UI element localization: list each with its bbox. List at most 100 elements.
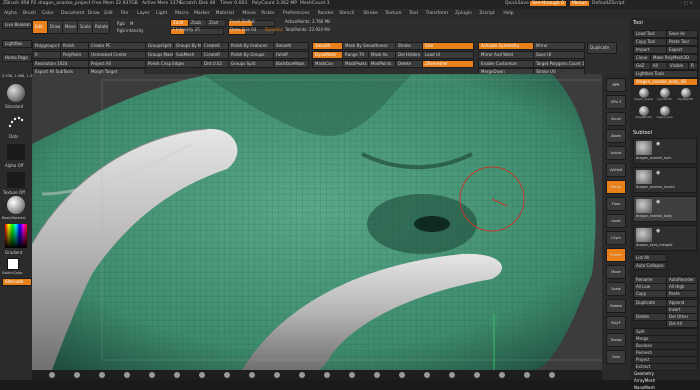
menu-draw[interactable]: Draw xyxy=(88,11,100,16)
load-ui-button[interactable]: Load UI xyxy=(422,51,474,59)
tool-thumbnail[interactable]: dragon_eyes xyxy=(655,106,674,122)
switch-color-label[interactable]: SwitchColor xyxy=(2,271,23,275)
arraymesh-section[interactable]: ArrayMesh xyxy=(634,378,655,383)
clone-button[interactable]: Clone xyxy=(633,54,651,62)
dock-move-button[interactable]: Move xyxy=(606,265,626,279)
list-all-button[interactable]: List All xyxy=(633,254,667,262)
canvas-viewport[interactable] xyxy=(32,74,602,370)
dragon-head-mesh[interactable] xyxy=(32,74,602,370)
menu-stencil[interactable]: Stencil xyxy=(339,11,354,16)
dock-spix-3-button[interactable]: SPix 3 xyxy=(606,95,626,109)
menus-button[interactable]: Menus xyxy=(570,1,589,6)
project-all-button[interactable]: Project All xyxy=(88,60,146,68)
make-polymesh-button[interactable]: Make PolyMesh3D xyxy=(650,54,698,62)
dock-lsym-button[interactable]: LSym xyxy=(606,231,626,245)
mask-by-smoothness-button[interactable]: Mask By Smoothness xyxy=(342,42,396,50)
create-r-button[interactable]: CreateR xyxy=(201,51,229,59)
polygroups-it-button[interactable]: Polygroups It xyxy=(32,42,62,50)
menu-layer[interactable]: Layer xyxy=(137,11,150,16)
duplicate-button[interactable]: Duplicate xyxy=(587,42,617,54)
size-button[interactable]: Size xyxy=(422,42,474,50)
dock-actual-button[interactable]: Actual xyxy=(606,146,626,160)
subtool-header[interactable]: Subtool xyxy=(633,130,652,136)
menu-stroke[interactable]: Stroke xyxy=(363,11,377,16)
save-ui-button[interactable]: Save UI xyxy=(533,51,585,59)
mirror-weld-button[interactable]: Mirror And Weld xyxy=(478,51,534,59)
m-toggle[interactable]: M xyxy=(130,21,133,26)
zremesher-button[interactable]: ZRemesher xyxy=(422,60,474,68)
smooth-button[interactable]: Smooth xyxy=(273,42,309,50)
menu-file[interactable]: File xyxy=(121,11,129,16)
menu-movie[interactable]: Movie xyxy=(242,11,255,16)
del-hidden-button[interactable]: Del Hidden xyxy=(395,51,423,59)
tool-thumbnails[interactable]: dragon_ananke Cylinder3D PolyMesh3D SimpleB… xyxy=(634,88,696,124)
standard-brush-icon[interactable] xyxy=(7,84,25,102)
menu-texture[interactable]: Texture xyxy=(385,11,401,16)
menu-marker[interactable]: Marker xyxy=(194,11,210,16)
current-tool-slider[interactable]: dragon_ananke_body_48 xyxy=(633,78,698,86)
menu-preferences[interactable]: Preferences xyxy=(283,11,309,16)
menu-transform[interactable]: Transform xyxy=(426,11,448,16)
mod-points-button[interactable]: ModPoints xyxy=(368,60,396,68)
groups-by-normals-button[interactable]: Groups By Normals xyxy=(173,42,203,50)
menu-edit[interactable]: Edit xyxy=(104,11,113,16)
alternate-button[interactable]: Alternate xyxy=(2,278,32,286)
subtool-row[interactable]: ◉ dragon_ananke_body xyxy=(633,196,697,222)
geometry-section[interactable]: Geometry xyxy=(634,371,654,376)
tool-header[interactable]: Tool xyxy=(633,20,643,26)
eye-icon[interactable]: ◉ xyxy=(656,199,660,205)
color-picker[interactable] xyxy=(5,224,27,248)
dots-stroke-icon[interactable] xyxy=(7,114,25,132)
live-boolean-button[interactable]: Live Boolean xyxy=(2,21,32,29)
dock-local-button[interactable]: Local xyxy=(606,214,626,228)
dock-bpr-button[interactable]: BPR xyxy=(606,78,626,92)
alpha-off-icon[interactable] xyxy=(7,144,25,160)
duplicate-subtool-button[interactable]: Duplicate xyxy=(633,299,667,307)
menu-render[interactable]: Render xyxy=(318,11,334,16)
window-controls-icon[interactable]: – □ × xyxy=(680,1,693,6)
polish-button[interactable]: Polish xyxy=(60,42,90,50)
groups-split-button-2[interactable]: Groups Split xyxy=(228,60,274,68)
mask-peaks-button[interactable]: MaskPeaks xyxy=(342,60,370,68)
texture-off-icon[interactable] xyxy=(7,172,25,188)
tool-thumbnail[interactable]: PolyMesh3D xyxy=(676,88,695,104)
rgb-toggle[interactable]: Rgb xyxy=(117,21,125,26)
main-color-swatch[interactable] xyxy=(7,258,19,270)
polypaint-button[interactable]: PolyPaint xyxy=(60,51,90,59)
zcut-button[interactable]: Zcut xyxy=(206,19,226,27)
export-button[interactable]: Export xyxy=(666,46,698,54)
dock-scale-button[interactable]: Scale xyxy=(606,282,626,296)
enable-customize-button[interactable]: Enable Customize xyxy=(478,60,534,68)
zadd-button[interactable]: Zadd xyxy=(170,19,190,27)
menu-material[interactable]: Material xyxy=(216,11,234,16)
create-pc-button[interactable]: Create PC xyxy=(88,42,146,50)
menu-tool[interactable]: Tool xyxy=(409,11,418,16)
zsub-button[interactable]: Zsub xyxy=(188,19,208,27)
stroke-button[interactable]: Stroke xyxy=(395,42,423,50)
auto-collapse-button[interactable]: Auto Collapse xyxy=(633,262,667,270)
activate-symmetry-button[interactable]: Activate Symmetry xyxy=(478,42,534,50)
falloff-button[interactable]: Falloff xyxy=(273,51,309,59)
polish-features-button[interactable]: Polish By Features xyxy=(228,42,274,50)
home-page-button[interactable]: Home Page xyxy=(2,54,32,62)
submesh-button[interactable]: SubMesh xyxy=(173,51,203,59)
eye-icon[interactable]: ◉ xyxy=(656,141,660,147)
material-sphere-icon[interactable] xyxy=(7,196,25,214)
dock-scroll-button[interactable]: Scroll xyxy=(606,112,626,126)
delete-subtool-button[interactable]: Delete xyxy=(633,313,667,321)
import-button[interactable]: Import xyxy=(633,46,667,54)
menu-color[interactable]: Color xyxy=(42,11,54,16)
save-as-button[interactable]: Save As xyxy=(666,30,698,38)
see-through-slider[interactable]: See-through 0 xyxy=(530,1,566,6)
menu-picker[interactable]: Picker xyxy=(261,11,274,16)
create-s-button[interactable]: CreateS xyxy=(201,42,229,50)
polish-groups-button[interactable]: Polish By Groups xyxy=(228,51,274,59)
smooth-brush-button[interactable]: Smooth xyxy=(312,42,344,50)
resolution-slider[interactable]: Resolution 1024 xyxy=(32,60,90,68)
mask-ao-button[interactable]: Mask Ao xyxy=(368,51,396,59)
visible-button[interactable]: Visible xyxy=(667,62,689,70)
paste-tool-button[interactable]: Paste Tool xyxy=(666,38,698,46)
paste-button[interactable]: Paste xyxy=(666,290,698,298)
r-button[interactable]: R xyxy=(688,62,698,70)
tool-thumbnail[interactable]: Cylinder3D xyxy=(655,88,674,104)
